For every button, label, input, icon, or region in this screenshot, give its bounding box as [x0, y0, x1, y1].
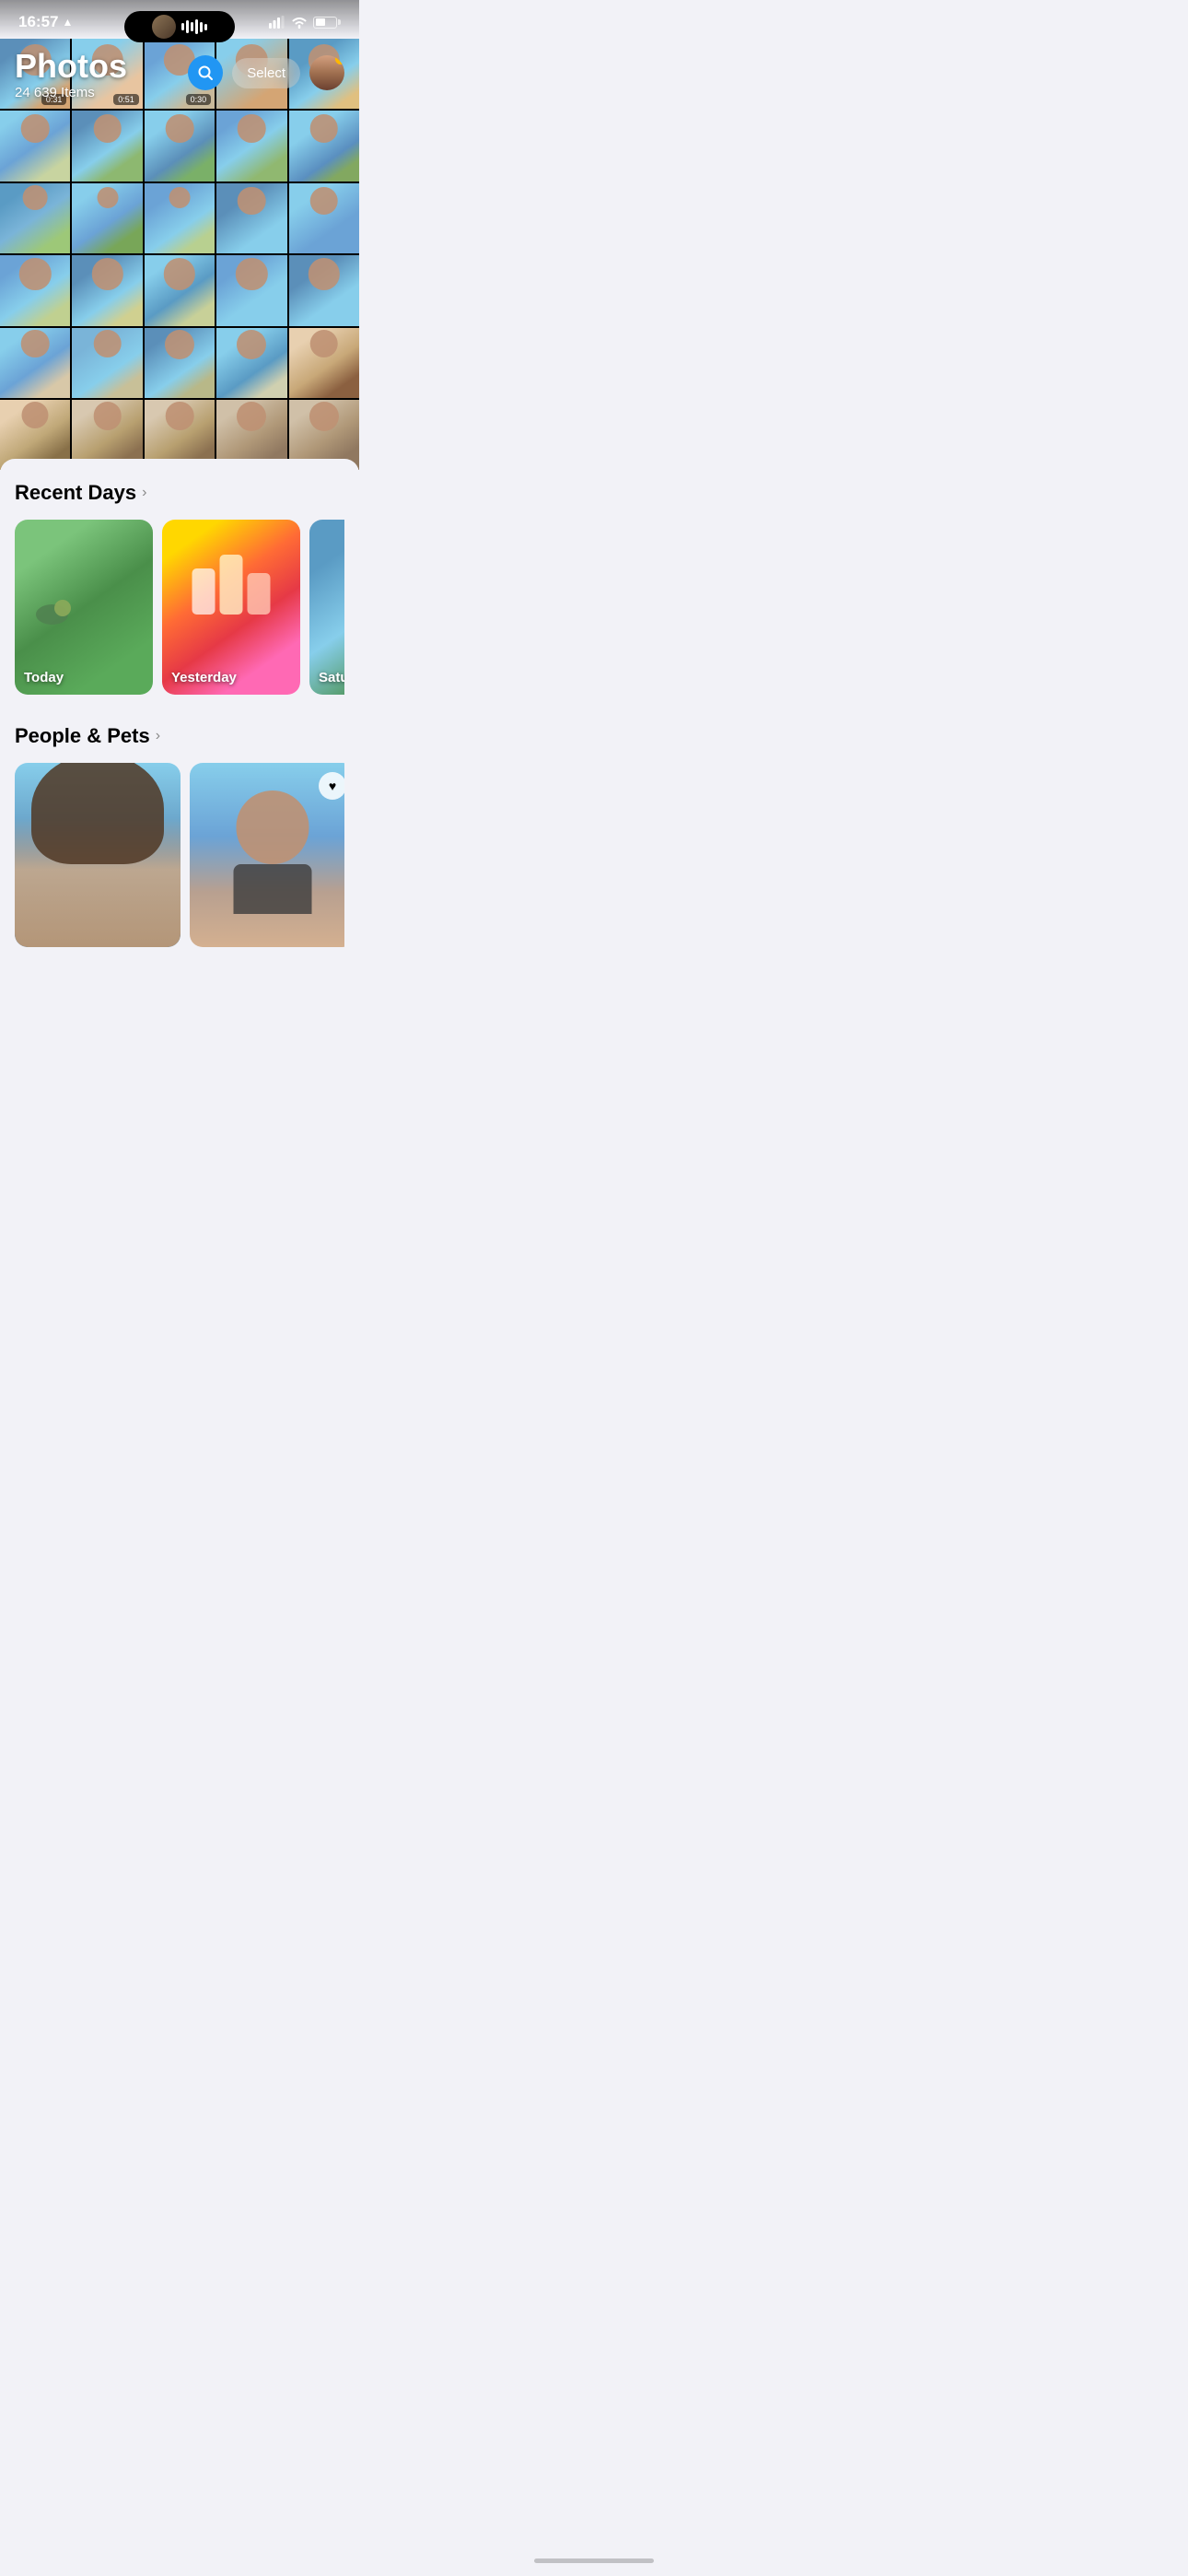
photos-count: 24 639 Items: [15, 85, 188, 100]
people-pets-section: People & Pets › ♥: [0, 709, 359, 962]
photo-cell[interactable]: [216, 111, 286, 181]
photo-cell[interactable]: [145, 328, 215, 398]
photo-cell[interactable]: [289, 183, 359, 253]
people-pets-title: People & Pets: [15, 724, 150, 748]
photo-cell[interactable]: [289, 328, 359, 398]
wifi-icon: [291, 16, 308, 29]
photo-cell[interactable]: [0, 111, 70, 181]
day-card-saturday[interactable]: A Saturday: [309, 520, 344, 695]
heart-button[interactable]: ♥: [319, 772, 344, 800]
header-overlay: Photos 24 639 Items Select: [0, 39, 359, 111]
home-indicator: [414, 2551, 774, 2570]
search-button[interactable]: [188, 55, 223, 90]
status-right-icons: [269, 16, 341, 29]
photo-cell[interactable]: [145, 111, 215, 181]
dynamic-island-avatar: [152, 15, 176, 39]
day-card-yesterday[interactable]: Yesterday: [162, 520, 300, 695]
recent-days-title: Recent Days: [15, 481, 136, 505]
photo-cell[interactable]: [72, 111, 142, 181]
profile-avatar[interactable]: [309, 55, 344, 90]
battery-icon: [313, 17, 341, 29]
photo-cell[interactable]: [72, 255, 142, 325]
waveform-icon: [181, 19, 207, 34]
dynamic-island: [124, 11, 235, 42]
avatar-notification-badge: [335, 55, 344, 64]
photos-title: Photos: [15, 50, 188, 83]
header-area: 0:31 0:51 0:30: [0, 39, 359, 470]
person-card-2[interactable]: ♥: [190, 763, 344, 947]
day-label-yesterday: Yesterday: [171, 670, 237, 685]
photo-cell[interactable]: [289, 111, 359, 181]
main-content: Recent Days › Today Yesterday: [0, 459, 359, 1054]
photo-cell[interactable]: [145, 183, 215, 253]
day-label-today: Today: [24, 670, 64, 685]
signal-icon: [269, 16, 285, 29]
photo-cell[interactable]: [216, 328, 286, 398]
status-time: 16:57 ▲: [18, 13, 73, 31]
location-icon: ▲: [62, 16, 73, 29]
day-card-today[interactable]: Today: [15, 520, 153, 695]
status-bar: 16:57 ▲: [0, 0, 359, 39]
photo-cell[interactable]: [0, 183, 70, 253]
photo-cell[interactable]: [0, 255, 70, 325]
photos-title-block: Photos 24 639 Items: [15, 50, 188, 100]
photo-cell[interactable]: [72, 328, 142, 398]
person-card-1[interactable]: [15, 763, 181, 947]
day-label-saturday: Saturday: [319, 670, 344, 685]
search-icon: [197, 64, 214, 81]
photo-cell[interactable]: [216, 183, 286, 253]
recent-days-arrow[interactable]: ›: [142, 485, 146, 501]
photo-cell[interactable]: [145, 255, 215, 325]
photo-cell[interactable]: [289, 255, 359, 325]
photo-cell[interactable]: [216, 255, 286, 325]
select-button[interactable]: Select: [232, 58, 300, 88]
recent-days-section: Recent Days › Today Yesterday: [0, 459, 359, 709]
photo-cell[interactable]: [0, 328, 70, 398]
recent-days-scroll[interactable]: Today Yesterday A Saturday Friday: [15, 520, 344, 702]
heart-icon: ♥: [329, 779, 336, 793]
home-bar: [534, 2558, 654, 2563]
photo-cell[interactable]: [72, 183, 142, 253]
people-scroll[interactable]: ♥: [15, 763, 344, 954]
people-pets-arrow[interactable]: ›: [156, 728, 160, 744]
